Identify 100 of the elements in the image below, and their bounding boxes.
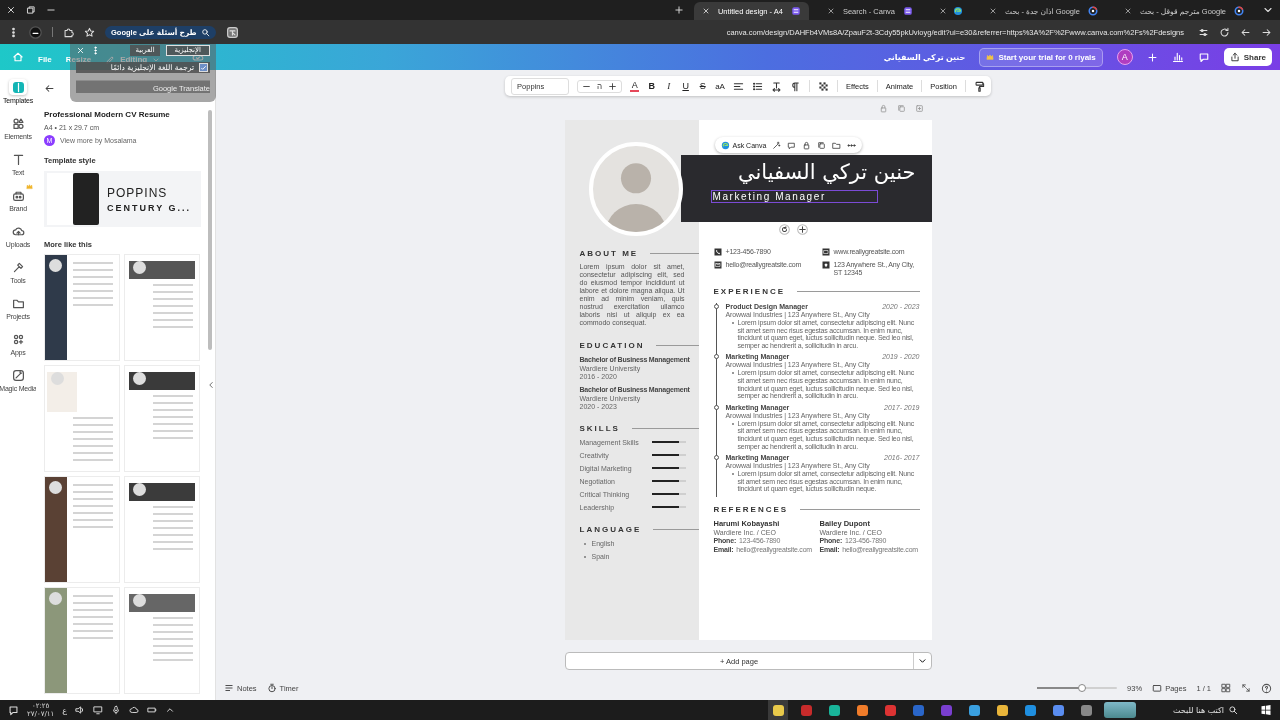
location-pin-icon	[821, 261, 830, 269]
search-icon	[200, 27, 210, 37]
chart-icon[interactable]	[1171, 51, 1184, 63]
lock-icon[interactable]	[802, 140, 812, 150]
transparency-icon[interactable]	[817, 80, 829, 92]
move-icon[interactable]	[796, 224, 808, 235]
checkbox[interactable]	[199, 63, 208, 72]
template-thumbnail[interactable]	[124, 587, 200, 694]
back-icon[interactable]	[44, 83, 55, 94]
name-text[interactable]: حنين تركي السفياني	[737, 159, 916, 185]
monitor-icon[interactable]	[93, 705, 104, 715]
template-thumbnail[interactable]	[124, 365, 200, 472]
paint-roller-icon[interactable]	[973, 80, 985, 92]
close-icon[interactable]	[989, 7, 998, 15]
font-size-field[interactable]: ה	[577, 79, 623, 93]
reload-icon[interactable]	[1219, 26, 1230, 38]
trial-button[interactable]: Start your trial for 0 riyals	[979, 47, 1103, 67]
job-title-text[interactable]: Marketing Manager	[710, 190, 878, 203]
strike-button[interactable]: S	[698, 81, 708, 91]
italic-button[interactable]: I	[664, 81, 674, 91]
site-icon	[1087, 6, 1098, 16]
forward-icon[interactable]	[1261, 26, 1272, 38]
site-icon	[903, 6, 914, 16]
close-icon[interactable]	[826, 7, 835, 15]
template-style-card[interactable]: POPPINS CENTURY G...	[44, 171, 201, 227]
upload-icon	[11, 224, 25, 238]
plus-icon[interactable]	[608, 81, 618, 91]
extensions-icon[interactable]	[63, 26, 74, 38]
template-thumbnail[interactable]	[44, 476, 120, 583]
app-icon[interactable]	[768, 700, 788, 720]
close-icon[interactable]	[701, 7, 710, 15]
close-icon[interactable]	[939, 7, 948, 15]
search-icon	[1228, 705, 1238, 715]
close-icon[interactable]	[6, 5, 16, 15]
fullscreen-icon[interactable]	[1241, 683, 1251, 693]
copy-icon[interactable]	[817, 140, 827, 150]
template-thumbnail[interactable]	[124, 476, 200, 583]
template-thumbnail[interactable]	[44, 254, 120, 361]
help-icon[interactable]	[1261, 682, 1272, 694]
font-sample: POPPINS	[107, 185, 169, 200]
restore-icon[interactable]	[26, 5, 36, 15]
plus-icon[interactable]	[1146, 51, 1158, 63]
text-color-button[interactable]: A	[630, 80, 640, 92]
weather-picture	[1104, 702, 1136, 718]
battery-icon[interactable]	[147, 705, 158, 715]
templates-icon	[11, 80, 25, 94]
spacing-icon[interactable]	[770, 80, 782, 92]
template-thumbnail[interactable]	[44, 587, 120, 694]
color-swatch	[47, 173, 73, 225]
speaker-icon[interactable]	[75, 705, 86, 715]
template-thumbnail[interactable]	[44, 365, 120, 472]
menu-icon[interactable]	[91, 45, 100, 55]
grid-icon[interactable]	[1221, 683, 1231, 693]
case-button[interactable]: aA	[715, 81, 725, 91]
timer-icon	[266, 683, 277, 693]
paragraph-icon[interactable]	[789, 80, 801, 92]
bold-button[interactable]: B	[647, 81, 657, 91]
windows-start-icon[interactable]	[1260, 704, 1272, 716]
translate-icon[interactable]	[225, 25, 239, 39]
new-tab-icon[interactable]	[673, 5, 684, 15]
site-icon	[790, 6, 801, 16]
magic-pencil-icon[interactable]	[772, 140, 782, 150]
section-heading: EDUCATION	[579, 341, 645, 350]
share-icon	[1229, 52, 1240, 62]
color-swatch	[73, 173, 99, 225]
scrollbar[interactable]	[208, 110, 212, 350]
design-title[interactable]: حنين تركي السفياني	[883, 52, 966, 62]
slider-thumb[interactable]	[1077, 684, 1086, 692]
monitor-icon	[821, 248, 830, 256]
language-indicator[interactable]: ع	[62, 705, 68, 715]
notes-icon	[224, 683, 234, 693]
rotate-icon[interactable]	[778, 224, 790, 235]
tune-icon[interactable]	[1198, 26, 1209, 38]
microphone-icon[interactable]	[111, 705, 122, 715]
pencil-icon	[105, 54, 116, 65]
template-thumbnail[interactable]	[124, 254, 200, 361]
align-icon[interactable]	[732, 80, 744, 92]
caret-up-icon[interactable]	[165, 705, 176, 715]
notification-icon[interactable]	[8, 704, 19, 716]
text-icon	[11, 152, 25, 166]
comment-icon[interactable]	[1197, 51, 1210, 63]
back-icon[interactable]	[1240, 26, 1251, 38]
tools-icon	[11, 260, 25, 274]
shapes-icon	[11, 116, 25, 130]
list-icon[interactable]	[751, 80, 763, 92]
avatar[interactable]: A	[1116, 49, 1133, 65]
apps-icon	[11, 332, 25, 346]
star-icon[interactable]	[84, 26, 95, 38]
font-sample: CENTURY G...	[107, 202, 191, 213]
section-heading: ABOUT ME	[579, 249, 639, 258]
pages-icon	[1152, 683, 1163, 693]
close-icon[interactable]	[1123, 7, 1132, 15]
comment-icon[interactable]	[787, 140, 797, 150]
panel-title: Professional Modern CV Resume	[44, 110, 171, 119]
site-icon	[953, 6, 964, 16]
mail-icon	[713, 261, 722, 269]
underline-button[interactable]: U	[681, 81, 691, 91]
cloud-icon[interactable]	[129, 705, 140, 715]
share-button[interactable]: Share	[1223, 48, 1272, 66]
search-field[interactable]: اكتب هنا للبحث	[1148, 705, 1224, 715]
